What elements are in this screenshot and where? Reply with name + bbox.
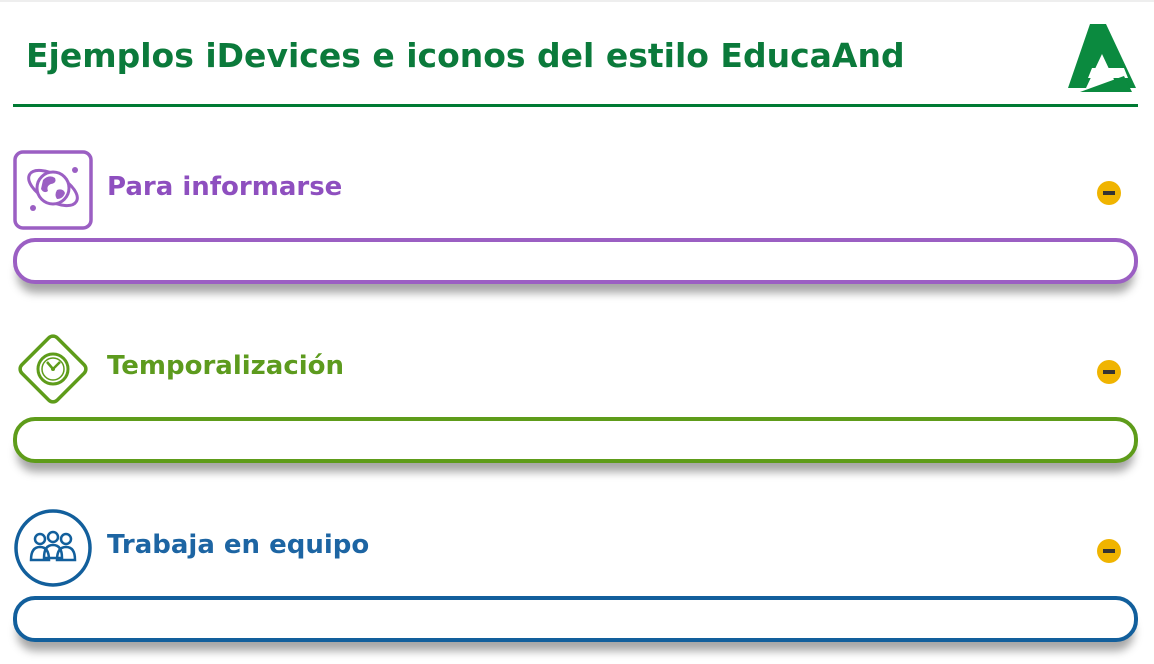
page-title: Ejemplos iDevices e iconos del estilo Ed…: [26, 36, 905, 75]
collapse-minus-icon[interactable]: [1097, 360, 1121, 384]
idevice-content-box: [13, 596, 1138, 642]
collapse-minus-icon[interactable]: [1097, 539, 1121, 563]
junta-andalucia-logo-icon: [1068, 24, 1136, 92]
collapse-minus-icon[interactable]: [1097, 181, 1121, 205]
idevice-header: Para informarse: [13, 150, 1138, 232]
team-icon: [14, 509, 92, 587]
page-header: Ejemplos iDevices e iconos del estilo Ed…: [13, 14, 1138, 107]
page: Ejemplos iDevices e iconos del estilo Ed…: [0, 0, 1154, 664]
idevice-trabaja-en-equipo: Trabaja en equipo: [13, 508, 1138, 648]
idevice-para-informarse: Para informarse: [13, 150, 1138, 290]
idevice-header: Trabaja en equipo: [13, 508, 1138, 590]
idevice-title: Trabaja en equipo: [107, 530, 370, 560]
idevice-temporalizacion: Temporalización: [13, 329, 1138, 469]
top-divider: [0, 0, 1154, 2]
idevice-header: Temporalización: [13, 329, 1138, 411]
clock-icon: [18, 334, 88, 404]
globe-icon: [13, 150, 93, 230]
idevice-title: Para informarse: [107, 172, 343, 202]
idevice-content-box: [13, 417, 1138, 463]
idevice-title: Temporalización: [107, 351, 345, 381]
idevice-content-box: [13, 238, 1138, 284]
